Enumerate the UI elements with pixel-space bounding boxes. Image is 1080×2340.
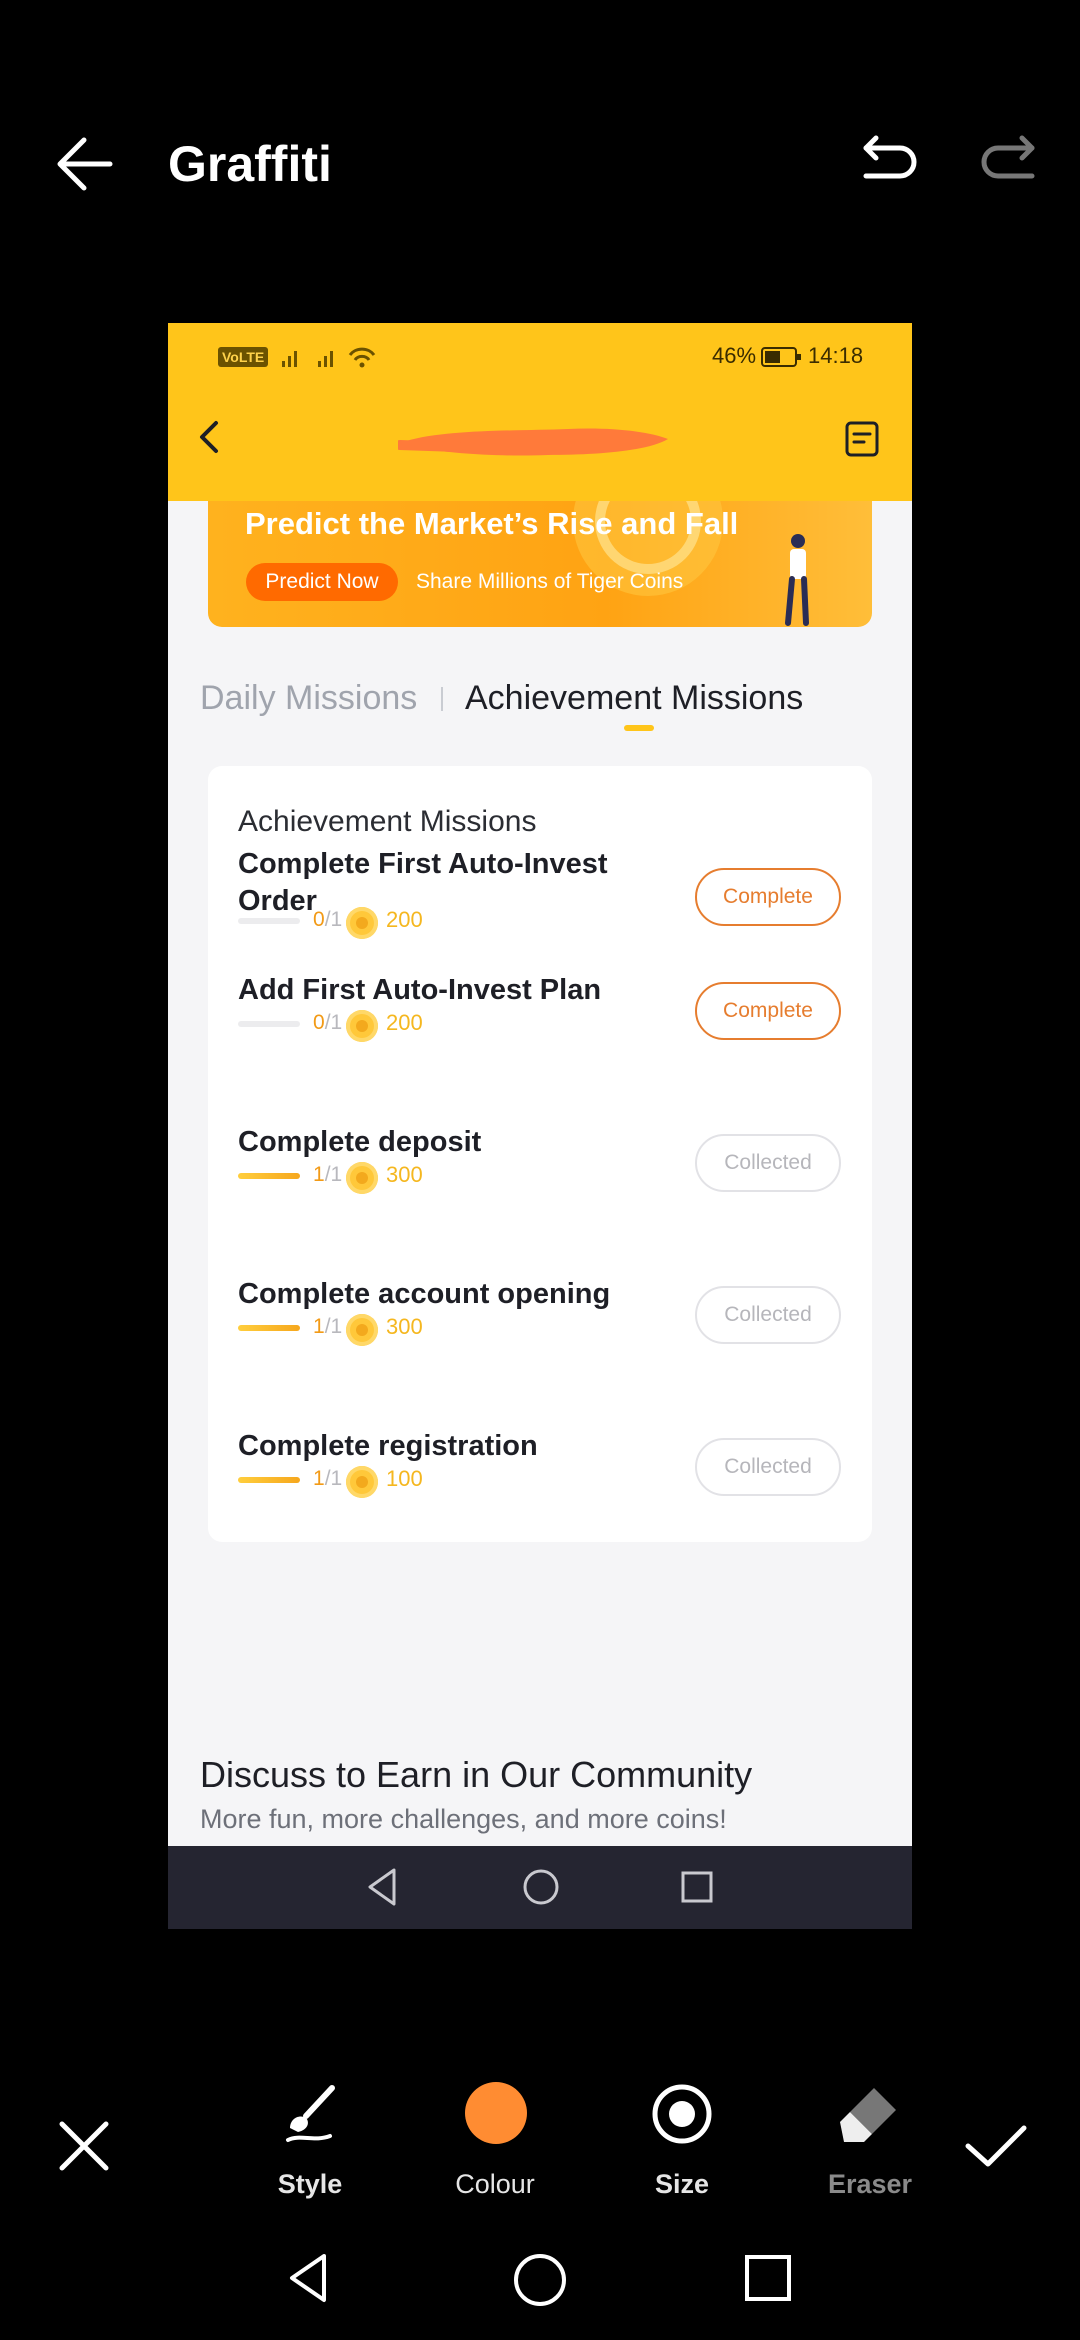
mission-points: 300	[386, 1162, 423, 1187]
mission-title: Complete deposit	[238, 1126, 482, 1158]
confirm-button[interactable]	[964, 2118, 1028, 2174]
coin-icon	[346, 1010, 378, 1042]
redo-icon	[981, 135, 1035, 179]
mission-progress: 1/1	[313, 1163, 343, 1186]
mission-item: Add First Auto-Invest Plan 0/1 200 Compl…	[208, 972, 872, 1052]
redo-button[interactable]	[978, 134, 1042, 190]
nav-back-icon	[368, 1868, 396, 1906]
arrow-left-icon	[57, 137, 113, 191]
close-icon	[59, 2121, 109, 2171]
brush-icon	[286, 2085, 335, 2142]
tab-daily-missions[interactable]: Daily Missions	[200, 673, 417, 723]
mission-item: Complete First Auto-Invest Order 0/1 200…	[208, 846, 872, 946]
tool-style[interactable]: Style	[240, 2080, 380, 2210]
rules-button[interactable]	[842, 419, 882, 459]
system-home-icon[interactable]	[512, 2252, 568, 2308]
colour-dot	[465, 2082, 527, 2144]
app-back-button[interactable]	[188, 415, 232, 459]
eraser-icon	[840, 2088, 896, 2142]
mission-points: 200	[386, 907, 423, 932]
mission-title: Add First Auto-Invest Plan	[238, 974, 602, 1006]
card-title: Achievement Missions	[238, 805, 537, 838]
editor-title: Graffiti	[168, 136, 332, 192]
mission-item: Complete registration 1/1 100 Collected	[208, 1428, 872, 1508]
document-icon	[845, 421, 879, 457]
missions-card: Achievement Missions Complete First Auto…	[208, 766, 872, 1542]
back-button[interactable]	[48, 128, 120, 200]
mission-progress-bar	[238, 918, 300, 924]
person-illustration-icon	[785, 534, 809, 626]
banner-title: Predict the Market’s Rise and Fall	[245, 506, 739, 541]
mission-progress-bar	[238, 1021, 300, 1027]
tool-size-label: Size	[654, 2169, 710, 2199]
tool-style-label: Style	[277, 2169, 343, 2199]
tool-eraser-label: Eraser	[827, 2169, 913, 2199]
mission-progress-bar	[238, 1325, 300, 1331]
nav-recents-icon	[681, 1871, 713, 1903]
mission-points: 100	[386, 1466, 423, 1491]
complete-button[interactable]: Complete	[695, 982, 841, 1040]
chevron-left-icon	[200, 421, 218, 453]
mission-item: Complete account opening 1/1 300 Collect…	[208, 1276, 872, 1356]
system-recents-icon[interactable]	[744, 2254, 792, 2302]
coin-icon	[346, 1314, 378, 1346]
mission-title: Complete First Auto-Invest Order	[238, 848, 608, 917]
coin-icon	[346, 907, 378, 939]
mission-progress: 1/1	[313, 1315, 343, 1338]
predict-now-button[interactable]: Predict Now	[246, 563, 398, 601]
mission-progress: 0/1	[313, 908, 343, 931]
screenshot-canvas[interactable]: VoLTE 46% 14:18 Predict the Market’s Ris…	[168, 323, 912, 1929]
mission-progress: 0/1	[313, 1011, 343, 1034]
complete-button[interactable]: Complete	[695, 868, 841, 926]
system-back-icon[interactable]	[286, 2252, 330, 2304]
mission-progress-bar	[238, 1173, 300, 1179]
mission-points: 200	[386, 1010, 423, 1035]
signal-wifi-icon	[282, 347, 376, 368]
inner-nav-bar	[168, 1846, 912, 1929]
undo-icon	[863, 135, 917, 179]
community-title: Discuss to Earn in Our Community	[200, 1754, 753, 1795]
collected-button[interactable]: Collected	[695, 1286, 841, 1344]
scribble-redaction	[398, 428, 668, 456]
checkmark-icon	[965, 2125, 1027, 2167]
mission-title: Complete account opening	[238, 1278, 611, 1310]
tool-colour[interactable]: Colour	[425, 2080, 565, 2210]
community-subtitle: More fun, more challenges, and more coin…	[200, 1804, 727, 1834]
mission-item: Complete deposit 1/1 300 Collected	[208, 1124, 872, 1204]
tool-colour-label: Colour	[455, 2169, 535, 2199]
nav-home-icon	[523, 1869, 559, 1905]
app-header: VoLTE 46% 14:18	[168, 323, 912, 501]
battery-percent: 46%	[712, 343, 757, 368]
collected-button[interactable]: Collected	[695, 1438, 841, 1496]
mission-points: 300	[386, 1314, 423, 1339]
tool-size[interactable]: Size	[612, 2080, 752, 2210]
active-tab-indicator	[624, 725, 654, 731]
volte-badge: VoLTE	[218, 347, 269, 367]
collected-button[interactable]: Collected	[695, 1134, 841, 1192]
undo-button[interactable]	[856, 134, 920, 190]
tool-eraser[interactable]: Eraser	[800, 2080, 934, 2210]
mission-progress: 1/1	[313, 1467, 343, 1490]
cancel-button[interactable]	[56, 2118, 112, 2174]
banner-subtitle: Share Millions of Tiger Coins	[416, 570, 684, 593]
size-ring-icon	[652, 2084, 712, 2144]
coin-icon	[346, 1162, 378, 1194]
battery-icon	[761, 347, 801, 367]
coin-icon	[346, 1466, 378, 1498]
mission-progress-bar	[238, 1477, 300, 1483]
tab-divider	[441, 687, 443, 711]
status-time: 14:18	[808, 343, 864, 368]
tab-achievement-missions[interactable]: Achievement Missions	[465, 673, 803, 723]
mission-title: Complete registration	[238, 1430, 538, 1462]
promo-banner[interactable]: Predict the Market’s Rise and Fall Predi…	[208, 501, 872, 627]
